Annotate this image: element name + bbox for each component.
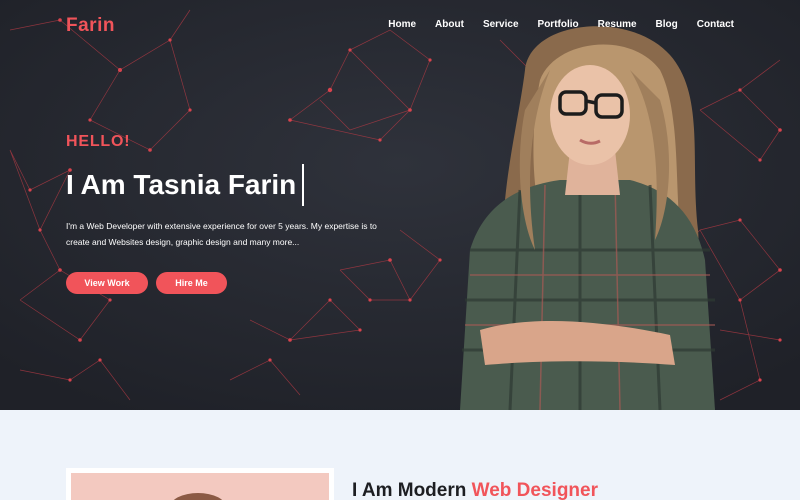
hero-text-block: HELLO! I Am Tasnia Farin I'm a Web Devel… [66,133,406,294]
navbar: Farin Home About Service Portfolio Resum… [0,0,800,52]
hero-headline-wrap: I Am Tasnia Farin [66,164,406,206]
about-photo-figure [173,493,223,500]
about-heading-accent: Web Designer [471,480,598,500]
nav-menu: Home About Service Portfolio Resume Blog… [369,19,734,30]
nav-link-contact[interactable]: Contact [697,19,734,30]
hero-headline: I Am Tasnia Farin [66,169,297,200]
hero-greeting: HELLO! [66,133,131,150]
typing-caret [302,164,305,206]
portrait-photo [460,26,715,410]
hero-section: Farin Home About Service Portfolio Resum… [0,0,800,410]
about-section: I Am Modern Web Designer [0,410,800,500]
nav-link-about[interactable]: About [435,19,464,30]
hire-me-button[interactable]: Hire Me [156,272,227,294]
site-logo[interactable]: Farin [66,15,115,37]
hero-intro: I'm a Web Developer with extensive exper… [66,221,377,247]
view-work-button[interactable]: View Work [66,272,148,294]
nav-link-portfolio[interactable]: Portfolio [538,19,579,30]
about-photo-frame [66,468,334,500]
about-photo [71,473,329,500]
about-heading: I Am Modern Web Designer [352,480,598,500]
nav-link-home[interactable]: Home [388,19,416,30]
nav-link-service[interactable]: Service [483,19,519,30]
about-heading-prefix: I Am Modern [352,480,472,500]
nav-link-blog[interactable]: Blog [656,19,678,30]
hero-buttons: View Work Hire Me [66,272,406,294]
nav-link-resume[interactable]: Resume [598,19,637,30]
